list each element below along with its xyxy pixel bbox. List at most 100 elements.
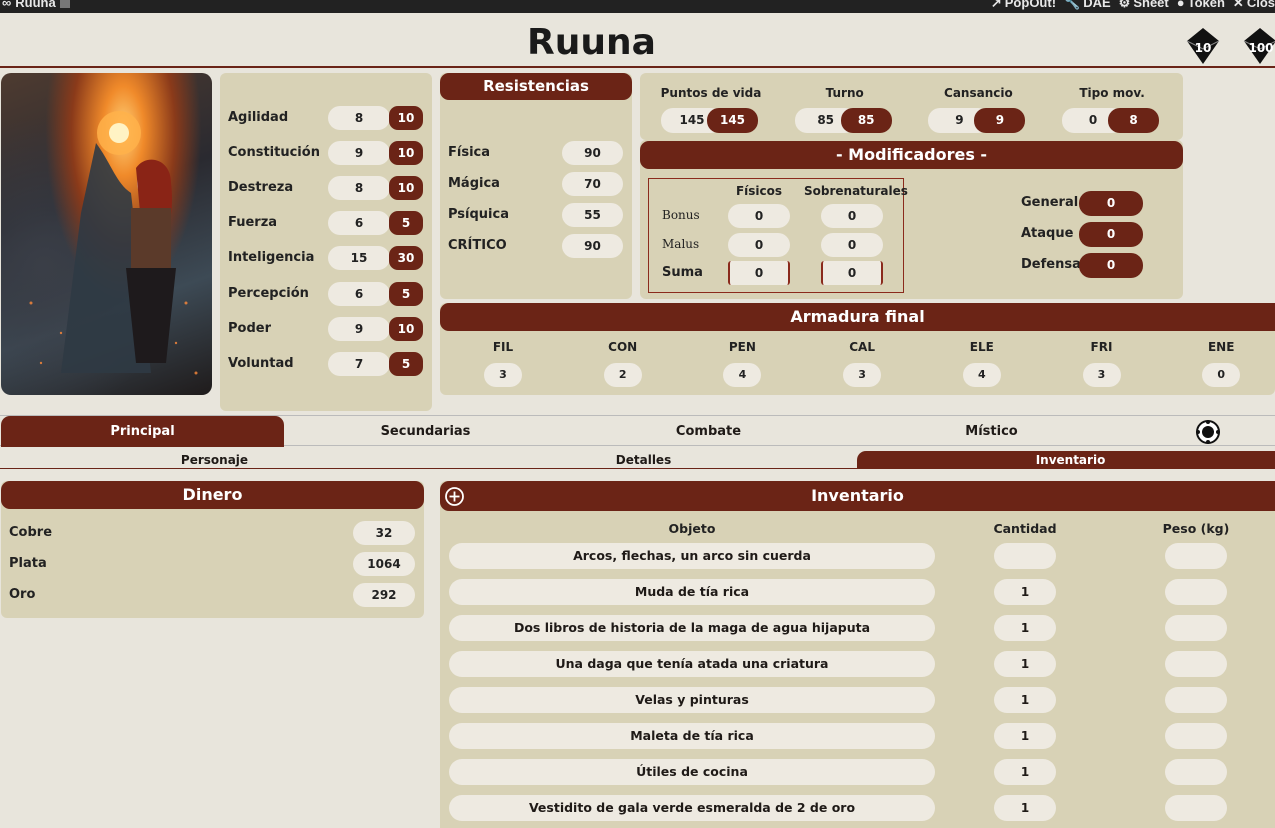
note-icon[interactable] [59,0,70,8]
resistencias-header: Resistencias [440,73,632,100]
armadura-value[interactable]: 3 [843,363,882,387]
wrench-icon: 🔧 [1064,0,1081,10]
stat-final-value[interactable]: 145 [707,108,758,133]
armadura-value[interactable]: 0 [1202,363,1241,387]
close-button[interactable]: ✕ Clos [1233,0,1275,11]
inventario-item-weight[interactable] [1165,543,1227,569]
inventario-item-qty[interactable]: 1 [994,723,1056,749]
subtab-personaje[interactable]: Personaje [1,451,428,469]
dinero-value[interactable]: 292 [353,583,415,607]
main-tabs: Principal Secundarias Combate Místico [0,415,1275,447]
inventario-item-weight[interactable] [1165,615,1227,641]
inventario-item-name[interactable]: Dos libros de historia de la maga de agu… [449,615,935,641]
subtab-inventario[interactable]: Inventario [857,451,1275,469]
inventario-item-weight[interactable] [1165,723,1227,749]
modificador-general-value[interactable]: 0 [1079,191,1143,216]
window-controls: ↗ PopOut! 🔧 DAE ⚙ Sheet ● Token ✕ Clos [991,0,1275,11]
tab-combate[interactable]: Combate [567,416,850,447]
tab-secundarias[interactable]: Secundarias [284,416,567,447]
armadura-value[interactable]: 4 [723,363,762,387]
inventario-item-weight[interactable] [1165,687,1227,713]
dae-button[interactable]: 🔧 DAE [1064,0,1111,11]
attribute-final-value: 30 [389,246,423,271]
inventario-item-name[interactable]: Arcos, flechas, un arco sin cuerda [449,543,935,569]
armadura-value[interactable]: 3 [484,363,522,387]
modificadores-header: - Modificadores - [640,141,1183,169]
inventario-item-qty[interactable]: 1 [994,759,1056,785]
portrait-figure [29,111,198,375]
armadura-label: CON [608,340,638,354]
inventario-item-qty[interactable]: 1 [994,651,1056,677]
resistencia-value[interactable]: 55 [562,203,623,227]
inventario-item-weight[interactable] [1165,759,1227,785]
app-icon: ∞ [2,0,12,10]
token-button[interactable]: ● Token [1177,0,1225,11]
d100-die-icon[interactable]: 100 [1243,27,1275,65]
gear-icon: ⚙ [1118,0,1131,10]
resistencia-value[interactable]: 90 [562,141,623,165]
inventario-item-qty[interactable]: 1 [994,579,1056,605]
resistencia-value[interactable]: 70 [562,172,623,196]
dinero-value[interactable]: 1064 [353,552,415,576]
modificador-sobrenaturales[interactable]: 0 [821,204,883,228]
character-name[interactable]: Ruuna [0,22,1183,63]
armadura-value[interactable]: 4 [962,363,1001,387]
armadura-label: FIL [492,340,514,354]
modificador-general-value[interactable]: 0 [1079,222,1143,247]
inventario-item-qty[interactable]: 1 [994,615,1056,641]
attribute-base-value[interactable]: 15 [328,246,390,271]
armadura-value[interactable]: 2 [603,363,642,387]
modificador-fisicos[interactable]: 0 [728,232,790,257]
dinero-label: Plata [9,556,47,571]
dinero-value[interactable]: 32 [353,521,415,545]
tab-principal[interactable]: Principal [1,416,284,447]
subtab-detalles[interactable]: Detalles [430,451,857,469]
svg-text:100: 100 [1248,41,1273,55]
col-cantidad: Cantidad [993,521,1057,536]
settings-dice-icon[interactable] [1195,419,1221,445]
character-portrait[interactable] [1,73,212,395]
inventario-item-name[interactable]: Muda de tía rica [449,579,935,605]
attribute-base-value[interactable]: 8 [328,106,390,130]
armadura-label: PEN [728,340,756,354]
attribute-base-value[interactable]: 6 [328,211,390,236]
attribute-final-value: 10 [389,106,423,130]
modificador-general-value[interactable]: 0 [1079,253,1143,278]
inventario-item-name[interactable]: Una daga que tenía atada una criatura [449,651,935,677]
attribute-base-value[interactable]: 8 [328,176,390,201]
modificador-sobrenaturales[interactable]: 0 [821,232,883,257]
inventario-item-weight[interactable] [1165,795,1227,821]
armadura-value[interactable]: 3 [1082,363,1121,387]
modificador-general-label: Defensa [1021,257,1081,272]
stat-label: Puntos de vida [660,86,762,100]
attribute-base-value[interactable]: 7 [328,351,390,376]
dinero-label: Oro [9,587,36,602]
stat-final-value[interactable]: 85 [840,108,892,133]
attribute-label: Fuerza [228,215,278,231]
inventario-item-qty[interactable]: 1 [994,687,1056,713]
inventario-item-name[interactable]: Maleta de tía rica [449,723,935,749]
add-item-icon[interactable] [444,486,465,507]
inventario-item-name[interactable]: Vestidito de gala verde esmeralda de 2 d… [449,795,935,821]
resistencia-value[interactable]: 90 [562,234,623,258]
d10-die-icon[interactable]: 10 [1186,27,1220,65]
modificador-general-label: General [1021,195,1079,210]
attribute-final-value: 5 [389,351,423,376]
inventario-item-qty[interactable]: 1 [994,795,1056,821]
attribute-base-value[interactable]: 9 [328,141,390,166]
modificador-fisicos[interactable]: 0 [728,204,790,228]
inventario-item-weight[interactable] [1165,651,1227,677]
sheet-button[interactable]: ⚙ Sheet [1119,0,1169,11]
stat-final-value[interactable]: 8 [1108,108,1160,133]
popout-button[interactable]: ↗ PopOut! [991,0,1056,11]
stat-final-value[interactable]: 9 [974,108,1026,133]
stat-label: Cansancio [944,86,1013,100]
attribute-base-value[interactable]: 9 [328,316,390,341]
inventario-item-weight[interactable] [1165,579,1227,605]
attribute-base-value[interactable]: 6 [328,281,390,306]
inventario-item-name[interactable]: Velas y pinturas [449,687,935,713]
window-title: Ruuna [15,0,56,10]
tab-mistico[interactable]: Místico [850,416,1133,447]
inventario-item-qty[interactable] [994,543,1056,569]
inventario-item-name[interactable]: Útiles de cocina [449,759,935,785]
